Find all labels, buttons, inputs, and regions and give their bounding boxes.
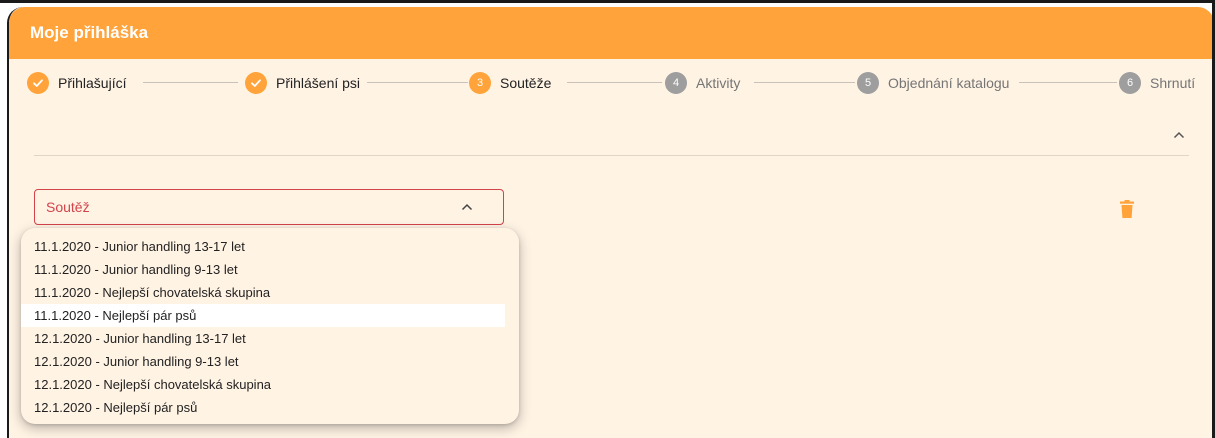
step-prihlasujici[interactable]: Přihlašující bbox=[27, 71, 126, 95]
section-divider bbox=[34, 155, 1189, 156]
step-shrnuti[interactable]: 6 Shrnutí bbox=[1119, 71, 1195, 95]
card-header: Moje přihláška bbox=[9, 7, 1214, 59]
step-number-badge: 3 bbox=[469, 72, 491, 94]
dropdown-option[interactable]: 12.1.2020 - Nejlepší pár psů bbox=[21, 396, 505, 419]
step-souteze[interactable]: 3 Soutěže bbox=[469, 71, 551, 95]
stepper: Přihlašující Přihlášení psi 3 Soutěže 4 … bbox=[27, 71, 1214, 95]
collapse-section-button[interactable] bbox=[1169, 125, 1189, 145]
step-number-badge: 4 bbox=[665, 72, 687, 94]
delete-button[interactable] bbox=[1119, 200, 1135, 218]
step-label: Soutěže bbox=[500, 75, 552, 91]
soutez-select[interactable]: Soutěž bbox=[34, 189, 504, 225]
dropdown-option-highlighted[interactable]: 11.1.2020 - Nejlepší pár psů bbox=[21, 304, 505, 327]
step-connector bbox=[367, 82, 468, 83]
step-number-badge: 6 bbox=[1119, 72, 1141, 94]
dropdown-option[interactable]: 12.1.2020 - Nejlepší chovatelská skupina bbox=[21, 373, 505, 396]
dropdown-option[interactable]: 11.1.2020 - Nejlepší chovatelská skupina bbox=[21, 281, 505, 304]
dropdown-option[interactable]: 11.1.2020 - Junior handling 13-17 let bbox=[21, 235, 505, 258]
dropdown-option[interactable]: 11.1.2020 - Junior handling 9-13 let bbox=[21, 258, 505, 281]
soutez-dropdown: 11.1.2020 - Junior handling 13-17 let 11… bbox=[21, 228, 519, 424]
step-label: Aktivity bbox=[696, 75, 741, 91]
step-connector bbox=[754, 82, 855, 83]
step-label: Shrnutí bbox=[1150, 75, 1196, 91]
dropdown-option[interactable]: 12.1.2020 - Junior handling 9-13 let bbox=[21, 350, 505, 373]
chevron-up-icon bbox=[1173, 131, 1185, 139]
step-label: Objednání katalogu bbox=[888, 75, 1010, 91]
application-card: Moje přihláška Přihlašující Přihlášení p… bbox=[7, 7, 1214, 438]
dropdown-option[interactable]: 12.1.2020 - Junior handling 13-17 let bbox=[21, 327, 505, 350]
step-connector bbox=[1019, 82, 1117, 83]
page-title: Moje přihláška bbox=[30, 23, 149, 42]
step-prihlaseni-psi[interactable]: Přihlášení psi bbox=[245, 71, 360, 95]
step-label: Přihlášení psi bbox=[276, 75, 361, 91]
step-label: Přihlašující bbox=[58, 75, 127, 91]
step-connector bbox=[567, 82, 662, 83]
step-connector bbox=[143, 82, 238, 83]
step-objednani-katalogu[interactable]: 5 Objednání katalogu bbox=[857, 71, 1009, 95]
check-icon bbox=[27, 72, 49, 94]
select-label: Soutěž bbox=[46, 199, 90, 215]
trash-icon bbox=[1120, 200, 1134, 218]
window-frame-top bbox=[0, 0, 1215, 3]
check-icon bbox=[245, 72, 267, 94]
chevron-up-icon bbox=[461, 199, 473, 214]
step-number-badge: 5 bbox=[857, 72, 879, 94]
step-aktivity[interactable]: 4 Aktivity bbox=[665, 71, 740, 95]
